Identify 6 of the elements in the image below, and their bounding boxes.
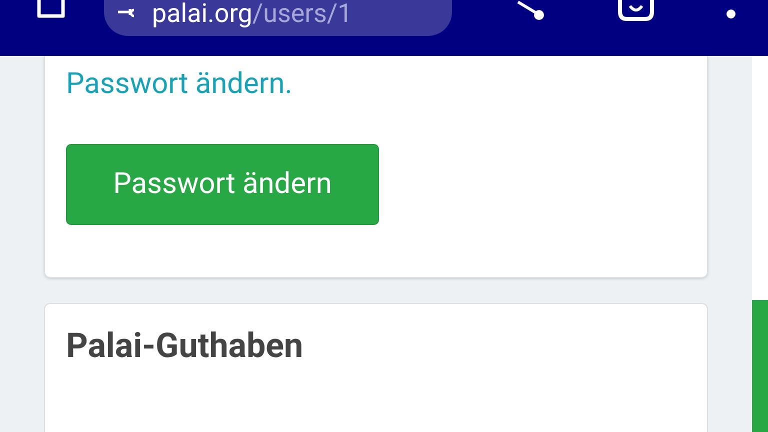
card-title: Palai-Guthaben bbox=[66, 325, 304, 368]
change-password-button[interactable]: Passwort ändern bbox=[66, 144, 379, 225]
tab-icon[interactable] bbox=[36, 0, 66, 20]
address-bar[interactable]: palai.org/users/1 bbox=[104, 0, 452, 36]
change-password-link[interactable]: Passwort ändern. bbox=[66, 66, 292, 102]
url-text: palai.org/users/1 bbox=[152, 0, 352, 28]
